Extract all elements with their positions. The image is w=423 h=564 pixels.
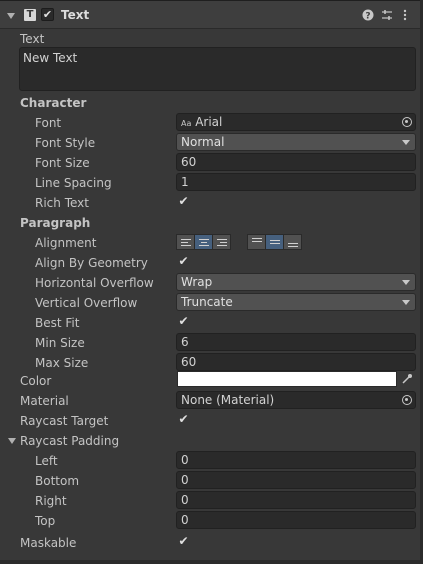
min-size-field[interactable]: 6 — [176, 333, 416, 351]
dropdown-arrow-icon — [402, 300, 410, 305]
vertical-overflow-dropdown[interactable]: Truncate — [176, 293, 416, 311]
material-field[interactable]: None (Material) — [176, 391, 416, 409]
best-fit-label: Best Fit — [35, 316, 80, 330]
text-component-icon: T — [24, 9, 36, 21]
raycast-padding-label[interactable]: Raycast Padding — [20, 434, 119, 448]
vertical-alignment-group — [247, 234, 302, 250]
align-bottom-button[interactable] — [283, 234, 302, 250]
maskable-label: Maskable — [20, 536, 77, 550]
character-heading: Character — [20, 96, 87, 110]
more-vert-icon[interactable] — [402, 9, 408, 21]
font-field[interactable]: Aa Arial — [176, 113, 416, 131]
presets-icon[interactable] — [381, 9, 393, 21]
max-size-label: Max Size — [35, 356, 89, 370]
padding-top-field[interactable]: 0 — [176, 511, 416, 529]
horizontal-overflow-value: Wrap — [181, 275, 213, 289]
vertical-overflow-value: Truncate — [181, 295, 233, 309]
component-title: Text — [61, 8, 90, 22]
font-size-field[interactable]: 60 — [176, 153, 416, 171]
align-center-button[interactable] — [194, 234, 213, 250]
foldout-arrow-icon[interactable] — [7, 13, 15, 19]
alignment-label: Alignment — [35, 236, 97, 250]
raycast-target-checkbox[interactable]: ✔ — [177, 413, 190, 426]
align-by-geometry-label: Align By Geometry — [35, 256, 148, 270]
align-left-button[interactable] — [176, 234, 195, 250]
dropdown-arrow-icon — [402, 140, 410, 145]
padding-left-label: Left — [35, 454, 58, 468]
font-style-dropdown[interactable]: Normal — [176, 133, 416, 151]
dropdown-arrow-icon — [402, 280, 410, 285]
component-enabled-checkbox[interactable]: ✔ — [41, 8, 54, 21]
padding-bottom-field[interactable]: 0 — [176, 471, 416, 489]
material-label: Material — [20, 394, 69, 408]
padding-right-field[interactable]: 0 — [176, 491, 416, 509]
font-size-label: Font Size — [35, 156, 90, 170]
line-spacing-label: Line Spacing — [35, 176, 112, 190]
object-picker-icon[interactable] — [402, 395, 412, 405]
font-asset-icon: Aa — [181, 119, 192, 128]
max-size-field[interactable]: 60 — [176, 353, 416, 371]
line-spacing-field[interactable]: 1 — [176, 173, 416, 191]
help-icon[interactable]: ? — [362, 9, 374, 21]
min-size-label: Min Size — [35, 336, 85, 350]
component-header[interactable]: T ✔ Text ? — [0, 0, 423, 29]
align-right-button[interactable] — [212, 234, 231, 250]
horizontal-overflow-dropdown[interactable]: Wrap — [176, 273, 416, 291]
rich-text-checkbox[interactable]: ✔ — [177, 195, 190, 208]
rich-text-label: Rich Text — [35, 196, 89, 210]
maskable-checkbox[interactable]: ✔ — [177, 535, 190, 548]
svg-text:?: ? — [365, 12, 370, 22]
paragraph-heading: Paragraph — [20, 216, 91, 230]
material-value: None (Material) — [181, 393, 275, 407]
padding-right-label: Right — [35, 494, 67, 508]
raycast-padding-foldout-icon[interactable] — [8, 438, 16, 444]
padding-left-field[interactable]: 0 — [176, 451, 416, 469]
panel-bottom-border — [0, 560, 423, 564]
font-value: Arial — [195, 115, 223, 129]
raycast-target-label: Raycast Target — [20, 414, 109, 428]
object-picker-icon[interactable] — [402, 117, 412, 127]
align-middle-button[interactable] — [265, 234, 284, 250]
best-fit-checkbox[interactable]: ✔ — [177, 315, 190, 328]
font-style-label: Font Style — [35, 136, 96, 150]
align-top-button[interactable] — [247, 234, 266, 250]
font-style-value: Normal — [181, 135, 225, 149]
font-label: Font — [35, 116, 62, 130]
text-label: Text — [20, 32, 45, 46]
text-input-area[interactable]: New Text — [19, 47, 416, 91]
color-field[interactable] — [177, 371, 397, 387]
eyedropper-icon[interactable] — [401, 373, 413, 385]
padding-bottom-label: Bottom — [35, 474, 80, 488]
align-by-geometry-checkbox[interactable]: ✔ — [177, 255, 190, 268]
padding-top-label: Top — [35, 514, 56, 528]
color-label: Color — [20, 374, 52, 388]
horizontal-alignment-group — [176, 234, 231, 250]
vertical-overflow-label: Vertical Overflow — [35, 296, 138, 310]
horizontal-overflow-label: Horizontal Overflow — [35, 276, 154, 290]
